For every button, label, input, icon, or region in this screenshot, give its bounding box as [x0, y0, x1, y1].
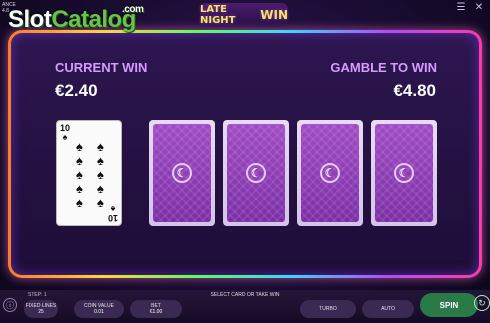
hidden-card-2[interactable]: ☾ [223, 120, 289, 226]
coin-value-pill[interactable]: COIN VALUE 0.01 [74, 300, 124, 318]
auto-label: AUTO [381, 306, 395, 312]
gamble-to-win-label: GAMBLE TO WIN [330, 60, 437, 75]
fixed-lines-value: 25 [38, 309, 44, 315]
spade-pip-icon: ♠ [76, 152, 83, 168]
moon-icon: ☾ [172, 163, 192, 183]
hidden-card-3[interactable]: ☾ [297, 120, 363, 226]
spade-pip-icon: ♠ [76, 180, 83, 196]
refresh-icon[interactable]: ↻ [474, 295, 490, 311]
fixed-lines-pill: FIXED LINES 25 [24, 300, 58, 318]
spade-pip-icon: ♠ [76, 166, 83, 182]
spin-button[interactable]: SPIN [420, 293, 478, 317]
moon-icon: ☾ [394, 163, 414, 183]
hidden-card-4[interactable]: ☾ [371, 120, 437, 226]
menu-icon[interactable]: ☰ [454, 0, 468, 14]
status-text: SELECT CARD OR TAKE WIN [210, 292, 280, 298]
turbo-button[interactable]: TURBO [300, 300, 356, 318]
gamble-to-win-value: €4.80 [393, 81, 436, 100]
watermark-com: .com [122, 4, 144, 15]
moon-icon: ☾ [320, 163, 340, 183]
spade-pip-icon: ♠ [97, 180, 104, 196]
card-rank-bottom: 10 ♠ [107, 204, 118, 223]
revealed-card: 10 ♠ ♠ ♠ ♠ ♠ ♠ ♠ ♠ ♠ ♠ ♠ 10 ♠ [56, 120, 122, 226]
auto-button[interactable]: AUTO [362, 300, 414, 318]
watermark-slot: Slot [8, 6, 52, 33]
coin-value-value: 0.01 [94, 309, 104, 315]
game-logo: LATE NIGHT WIN [200, 3, 288, 27]
current-win-value: €2.40 [55, 81, 98, 100]
current-win-label: CURRENT WIN [55, 60, 148, 75]
spade-pip-icon: ♠ [97, 138, 104, 154]
spade-pip-icon: ♠ [76, 194, 83, 210]
close-icon[interactable]: ✕ [472, 0, 486, 14]
logo-line2: WIN [260, 8, 288, 22]
card-pips: ♠ ♠ ♠ ♠ ♠ ♠ ♠ ♠ ♠ ♠ [69, 139, 111, 209]
slotcatalog-watermark: SlotCatalog .com [8, 4, 144, 34]
info-icon[interactable]: ⓘ [3, 298, 17, 312]
turbo-label: TURBO [319, 306, 337, 312]
moon-icon: ☾ [246, 163, 266, 183]
spade-pip-icon: ♠ [97, 152, 104, 168]
game-screen: { "top_info": { "line1": "ANCE", "line2"… [0, 0, 490, 323]
spin-label: SPIN [439, 300, 459, 310]
hidden-card-1[interactable]: ☾ [149, 120, 215, 226]
spade-pip-icon: ♠ [97, 166, 104, 182]
bet-value: €1.00 [149, 309, 163, 315]
spade-pip-icon: ♠ [76, 138, 83, 154]
bet-pill[interactable]: BET €1.00 [130, 300, 182, 318]
spade-pip-icon: ♠ [97, 194, 104, 210]
logo-line1: LATE NIGHT [200, 4, 236, 26]
